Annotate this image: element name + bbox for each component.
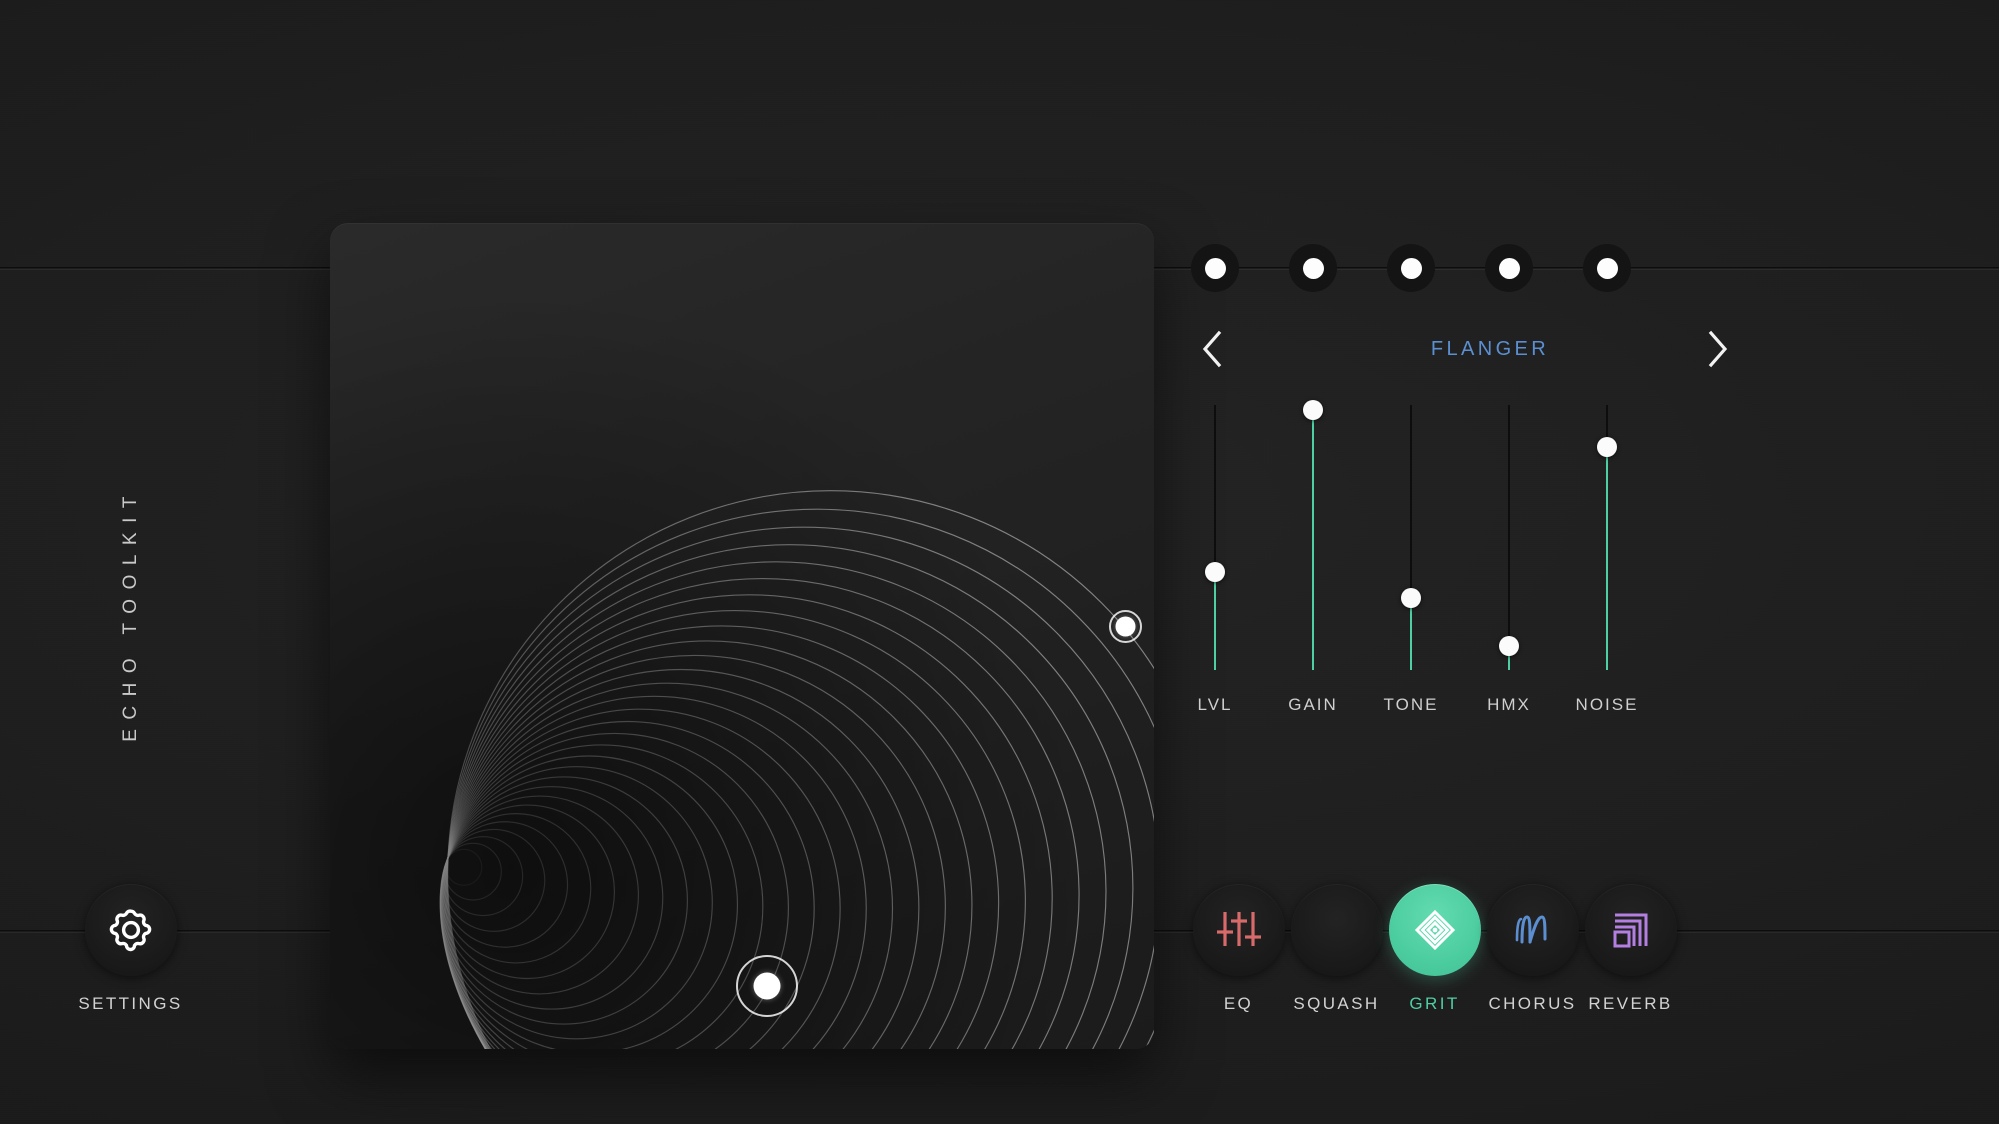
visualizer-node-primary[interactable] xyxy=(736,955,798,1017)
slider-knob[interactable] xyxy=(1499,636,1519,657)
slider-knob[interactable] xyxy=(1401,588,1421,609)
app-root: ECHO TOOLKIT SETTINGS FLANGER LVL GAIN T… xyxy=(0,0,1999,1124)
nested-squares-icon xyxy=(1607,906,1655,954)
effect-row: EQ SQUASH GRIT CHORUS REVERB xyxy=(1190,884,1999,1064)
preset-dot-fill xyxy=(1302,257,1324,279)
settings-button[interactable]: SETTINGS xyxy=(63,884,198,1014)
settings-button-circle[interactable] xyxy=(84,884,177,976)
slider-knob[interactable] xyxy=(1205,561,1225,582)
slider-gain[interactable] xyxy=(1303,400,1323,670)
sidebar: ECHO TOOLKIT SETTINGS xyxy=(0,0,330,1124)
effect-label-reverb: REVERB xyxy=(1588,994,1673,1013)
eq-sliders-icon xyxy=(1215,906,1263,954)
preset-dot-fill xyxy=(1204,257,1226,279)
visualizer-node-secondary[interactable] xyxy=(1108,609,1142,643)
slider-noise[interactable] xyxy=(1597,405,1617,670)
preset-dot-5[interactable] xyxy=(1583,244,1631,292)
preset-next-button[interactable] xyxy=(1695,318,1739,380)
compressor-curve-icon xyxy=(1313,906,1361,954)
chevron-right-icon xyxy=(1704,329,1730,369)
preset-dot-fill xyxy=(1498,257,1520,279)
slider-fill xyxy=(1312,410,1314,670)
gear-icon xyxy=(108,907,154,953)
node-dot xyxy=(753,972,781,1000)
preset-dot-fill xyxy=(1400,257,1422,279)
effect-button-circle[interactable] xyxy=(1584,884,1677,976)
spiral-rings xyxy=(330,223,1154,1049)
slider-knob[interactable] xyxy=(1597,437,1617,458)
preset-dot-3[interactable] xyxy=(1387,244,1435,292)
slider-knob[interactable] xyxy=(1303,400,1323,421)
preset-dot-4[interactable] xyxy=(1485,244,1533,292)
echo-spiral-visualizer[interactable] xyxy=(330,223,1154,1049)
effect-button-reverb[interactable]: REVERB xyxy=(1563,884,1698,1014)
preset-dot-1[interactable] xyxy=(1191,244,1239,292)
node-dot xyxy=(1115,616,1135,636)
preset-dot-fill xyxy=(1596,257,1618,279)
preset-navigator: FLANGER xyxy=(1190,318,1999,380)
slider-lvl[interactable] xyxy=(1205,405,1225,670)
settings-label: SETTINGS xyxy=(78,994,183,1013)
slider-fill xyxy=(1214,571,1216,670)
slider-track[interactable] xyxy=(1508,405,1510,670)
wave-n-icon xyxy=(1509,906,1557,954)
brand-title: ECHO TOOLKIT xyxy=(120,487,141,742)
slider-fill xyxy=(1606,447,1608,670)
slider-tone[interactable] xyxy=(1401,405,1421,670)
slider-row: LVL GAIN TONE HMX NOISE xyxy=(1190,400,1999,714)
slider-label-noise: NOISE xyxy=(1575,695,1639,714)
diamond-layers-icon xyxy=(1411,906,1459,954)
slider-hmx[interactable] xyxy=(1499,405,1519,670)
preset-dot-row xyxy=(1190,244,1999,292)
preset-dot-2[interactable] xyxy=(1289,244,1337,292)
control-panel: FLANGER LVL GAIN TONE HMX NOISE EQ SQUASH GRIT… xyxy=(1190,0,1999,1124)
slider-fill xyxy=(1410,598,1412,670)
